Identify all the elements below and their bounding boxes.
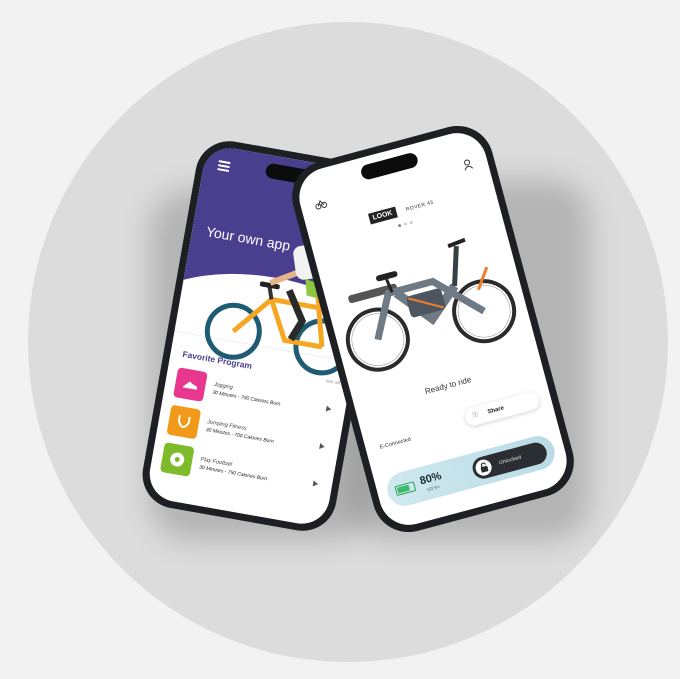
model-name: ROVER 45 — [405, 199, 435, 213]
battery-status-bar: 80% 122 km Unlocked — [383, 432, 559, 510]
play-icon[interactable] — [312, 480, 319, 488]
brand-logo: LOOK — [367, 206, 398, 225]
menu-icon[interactable] — [217, 160, 231, 173]
unlock-label: Unlocked — [498, 454, 522, 467]
carousel-dot[interactable] — [397, 223, 401, 228]
jump-rope-icon — [166, 404, 202, 440]
connection-status: E-Connected — [379, 436, 412, 451]
bike-icon[interactable] — [313, 196, 328, 211]
football-icon — [159, 442, 195, 477]
share-button[interactable]: ⚿ Share — [462, 390, 542, 428]
shoe-icon — [173, 367, 208, 402]
lock-icon — [473, 457, 494, 478]
key-icon: ⚿ — [472, 411, 479, 420]
play-icon[interactable] — [319, 443, 326, 450]
play-icon[interactable] — [325, 405, 332, 413]
profile-icon[interactable] — [460, 157, 475, 172]
carousel-dot[interactable] — [403, 222, 407, 227]
carousel-dot[interactable] — [408, 220, 413, 225]
battery-icon — [394, 481, 417, 497]
unlock-button[interactable]: Unlocked — [470, 440, 550, 482]
share-label: Share — [487, 405, 505, 416]
battery-fill — [396, 484, 411, 494]
